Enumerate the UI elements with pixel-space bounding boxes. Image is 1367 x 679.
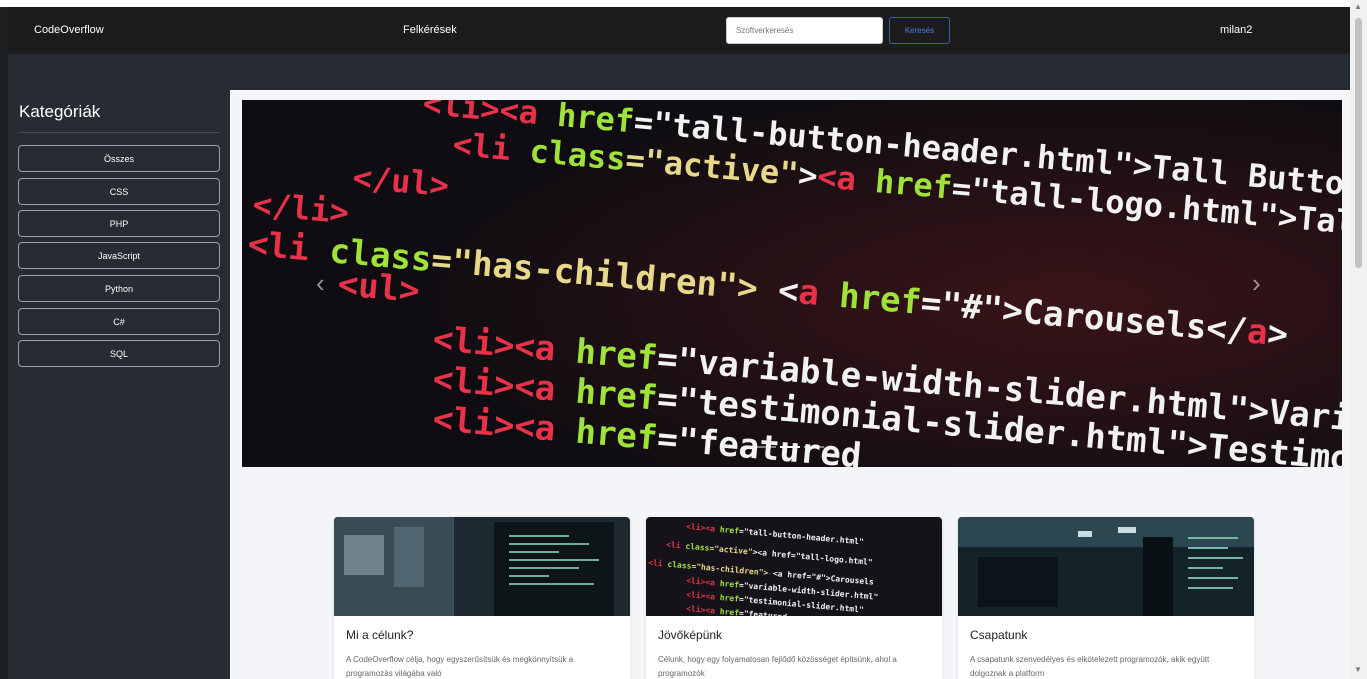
svg-text:<ul>: <ul>: [336, 264, 421, 311]
card-vision: <li><a href="tall-button-header.html" <l…: [646, 517, 942, 679]
header-band: [8, 54, 1350, 90]
carousel-indicators: [756, 446, 824, 448]
carousel-indicator-2[interactable]: [780, 446, 800, 448]
chevron-left-icon[interactable]: ‹: [316, 268, 325, 299]
sidebar-divider: [19, 132, 220, 133]
search-button[interactable]: Keresés: [889, 17, 950, 44]
search-input[interactable]: [726, 17, 883, 44]
nav-link-requests[interactable]: Felkérések: [403, 24, 457, 36]
category-button-javascript[interactable]: JavaScript: [18, 242, 220, 269]
sidebar-title: Kategóriák: [19, 102, 101, 121]
category-button-all[interactable]: Összes: [18, 145, 220, 172]
category-sidebar: Kategóriák Összes CSS PHP JavaScript Pyt…: [8, 90, 230, 679]
category-button-csharp[interactable]: C#: [18, 308, 220, 335]
scroll-up-arrow-icon[interactable]: ▲: [1354, 2, 1362, 11]
card-text: A csapatunk szenvedélyes és elkötelezett…: [970, 655, 1210, 678]
code-thumbnail-image: <li><a href="tall-button-header.html" <l…: [646, 517, 942, 616]
team-photo-image: [958, 517, 1254, 616]
card-goal: Mi a célunk? A CodeOverflow célja, hogy …: [334, 517, 630, 679]
page-scrollbar[interactable]: ▲ ▼: [1350, 0, 1367, 679]
office-photo-image: [334, 517, 630, 616]
code-screenshot-image: <li><a href="tall-button-header.html">Ta…: [242, 100, 1342, 467]
card-title: Csapatunk: [970, 628, 1028, 642]
card-title: Mi a célunk?: [346, 628, 414, 642]
category-button-php[interactable]: PHP: [18, 210, 220, 237]
category-button-css[interactable]: CSS: [18, 178, 220, 205]
brand-logo[interactable]: CodeOverflow: [34, 24, 104, 36]
card-team: Csapatunk A csapatunk szenvedélyes és el…: [958, 517, 1254, 679]
hero-carousel[interactable]: <li><a href="tall-button-header.html">Ta…: [242, 100, 1342, 467]
main-content: <li><a href="tall-button-header.html">Ta…: [230, 90, 1350, 679]
card-title: Jövőképünk: [658, 628, 723, 642]
card-text: A CodeOverflow célja, hogy egyszerűsítsü…: [346, 655, 574, 678]
card-text: Célunk, hogy egy folyamatosan fejlődő kö…: [658, 655, 897, 678]
scrollbar-thumb[interactable]: [1355, 18, 1362, 268]
user-menu[interactable]: milan2: [1220, 24, 1252, 36]
window-top-strip: [0, 0, 1350, 7]
carousel-indicator-1[interactable]: [756, 446, 776, 448]
chevron-right-icon[interactable]: ›: [1252, 268, 1261, 299]
carousel-indicator-3[interactable]: [804, 446, 824, 448]
scroll-down-arrow-icon[interactable]: ▼: [1354, 665, 1362, 674]
top-navbar: CodeOverflow Felkérések Keresés milan2: [8, 7, 1350, 54]
category-button-sql[interactable]: SQL: [18, 340, 220, 367]
category-button-python[interactable]: Python: [18, 275, 220, 302]
